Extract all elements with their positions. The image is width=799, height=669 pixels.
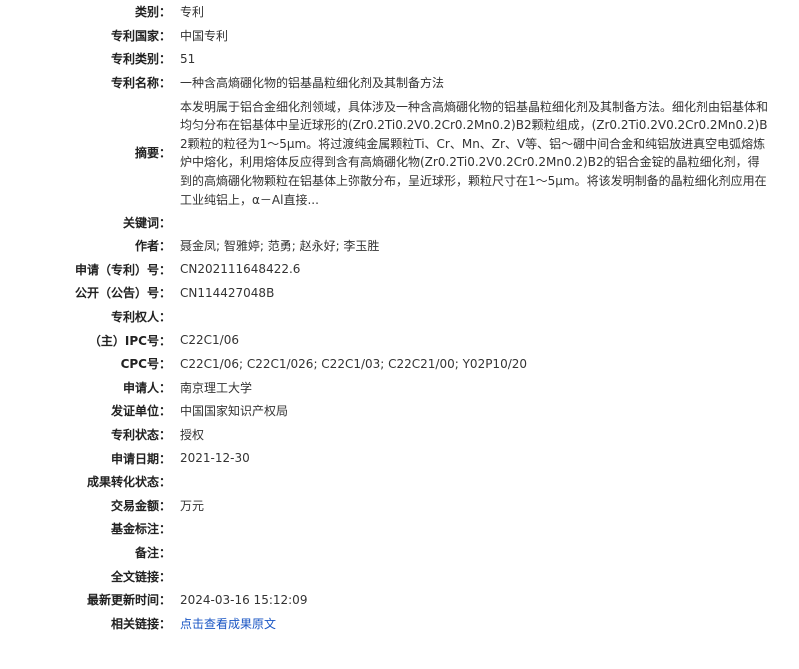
field-applicant: 申请人： 南京理工大学 [0, 376, 799, 400]
field-label: 申请人： [122, 380, 171, 395]
field-label: 备注： [134, 545, 171, 560]
field-abstract: 摘要： 本发明属于铝合金细化剂领域，具体涉及一种含高熵硼化物的铝基晶粒细化剂及其… [0, 94, 799, 210]
status-value: 授权 [180, 428, 205, 443]
field-label: 全文链接： [110, 569, 171, 584]
field-label: 专利类别： [110, 52, 171, 67]
field-status: 专利状态： 授权 [0, 423, 799, 447]
patent-title: 一种含高熵硼化物的铝基晶粒细化剂及其制备方法 [180, 76, 445, 91]
field-full-text-link: 全文链接： [0, 564, 799, 588]
field-label: 专利状态： [110, 428, 171, 443]
field-value: 中国国家知识产权局 [180, 404, 289, 419]
field-value: C22C1/06 [180, 333, 239, 348]
field-label: 关键词： [122, 215, 171, 230]
field-remarks: 备注： [0, 541, 799, 565]
patent-record: 类别： 专利 专利国家： 中国专利 专利类别： 51 专利名称： 一种含高熵硼化… [0, 0, 799, 669]
field-country: 专利国家： 中国专利 [0, 24, 799, 48]
field-patentee: 专利权人： [0, 305, 799, 329]
field-type: 类别： 专利 [0, 0, 799, 24]
field-label: 专利权人： [110, 310, 171, 325]
field-value: 专利 [180, 5, 205, 20]
field-label: 基金标注： [110, 522, 171, 537]
field-last-updated: 最新更新时间： 2024-03-16 15:12:09 [0, 588, 799, 612]
field-issuing-unit: 发证单位： 中国国家知识产权局 [0, 399, 799, 423]
field-value: 2021-12-30 [180, 451, 250, 466]
field-value: 南京理工大学 [180, 380, 253, 395]
field-related-link: 相关链接： 点击查看成果原文 [0, 611, 799, 635]
field-main-ipc: （主）IPC号： C22C1/06 [0, 328, 799, 352]
field-authors: 作者： 聂金凤; 智雅婷; 范勇; 赵永好; 李玉胜 [0, 234, 799, 258]
field-value: C22C1/06; C22C1/026; C22C1/03; C22C21/00… [180, 356, 528, 371]
field-publication-no: 公开（公告）号： CN114427048B [0, 281, 799, 305]
field-label: 申请（专利）号： [74, 262, 171, 277]
field-title: 专利名称： 一种含高熵硼化物的铝基晶粒细化剂及其制备方法 [0, 71, 799, 95]
field-label: 申请日期： [110, 451, 171, 466]
field-cpc: CPC号： C22C1/06; C22C1/026; C22C1/03; C22… [0, 352, 799, 376]
abstract-text: 本发明属于铝合金细化剂领域，具体涉及一种含高熵硼化物的铝基晶粒细化剂及其制备方法… [180, 99, 769, 207]
field-application-date: 申请日期： 2021-12-30 [0, 446, 799, 470]
field-label: 发证单位： [110, 404, 171, 419]
field-label: 相关链接： [110, 616, 171, 631]
field-label: 专利国家： [110, 28, 171, 43]
field-patent-category: 专利类别： 51 [0, 47, 799, 71]
field-label: 最新更新时间： [86, 593, 171, 608]
field-label: CPC号： [120, 357, 171, 372]
field-value: CN114427048B [180, 285, 275, 300]
field-label: 成果转化状态： [86, 475, 171, 490]
field-value: 聂金凤; 智雅婷; 范勇; 赵永好; 李玉胜 [180, 239, 380, 254]
view-original-link[interactable]: 点击查看成果原文 [180, 617, 276, 631]
field-value: 中国专利 [180, 28, 229, 43]
field-transaction-amount: 交易金额： 万元 [0, 494, 799, 518]
field-value: 51 [180, 51, 196, 66]
field-transfer-status: 成果转化状态： [0, 470, 799, 494]
field-label: 作者： [134, 239, 171, 254]
field-value-container: 点击查看成果原文 [180, 615, 799, 632]
field-label: 交易金额： [110, 498, 171, 513]
field-application-no: 申请（专利）号： CN202111648422.6 [0, 258, 799, 282]
field-label: 公开（公告）号： [74, 286, 171, 301]
field-value: 万元 [180, 498, 205, 513]
field-label: （主）IPC号： [88, 333, 171, 348]
field-label: 专利名称： [110, 76, 171, 91]
field-label: 摘要： [134, 145, 171, 160]
field-funding: 基金标注： [0, 517, 799, 541]
field-keywords: 关键词： [0, 210, 799, 234]
field-value: 2024-03-16 15:12:09 [180, 592, 308, 607]
field-label: 类别： [134, 5, 171, 20]
field-value: CN202111648422.6 [180, 262, 301, 277]
